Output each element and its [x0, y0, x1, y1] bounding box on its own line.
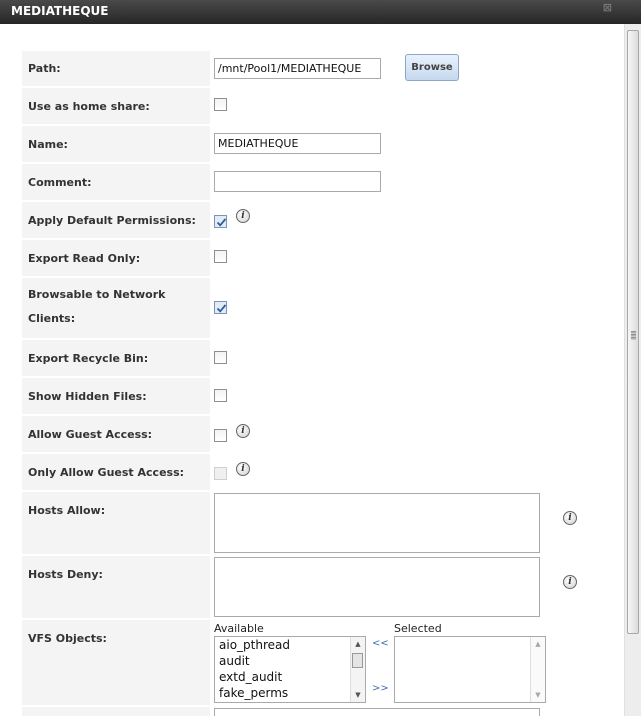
name-input[interactable]: MEDIATHEQUE: [214, 133, 381, 154]
share-form: Path: /mnt/Pool1/MEDIATHEQUE Browse Use …: [0, 24, 624, 716]
list-item[interactable]: aio_pthread: [215, 637, 365, 653]
scroll-up-icon[interactable]: ▲: [351, 637, 365, 651]
read-only-label: Export Read Only:: [22, 239, 210, 276]
path-label: Path:: [22, 50, 210, 86]
available-header: Available: [214, 622, 264, 635]
scroll-down-icon[interactable]: ▼: [531, 688, 545, 702]
row-guest-only: Only Allow Guest Access: i: [22, 453, 542, 490]
path-input[interactable]: /mnt/Pool1/MEDIATHEQUE: [214, 58, 381, 79]
move-right-button[interactable]: >>: [372, 683, 389, 694]
read-only-checkbox[interactable]: [214, 250, 227, 263]
hosts-allow-textarea[interactable]: [214, 493, 540, 553]
home-share-checkbox[interactable]: [214, 98, 227, 111]
list-item[interactable]: audit: [215, 653, 365, 669]
dialog-scrollbar[interactable]: ═ ═ ═: [624, 24, 641, 716]
available-list-scroll-thumb[interactable]: [352, 653, 363, 668]
info-icon[interactable]: i: [236, 209, 250, 223]
info-icon[interactable]: i: [236, 462, 250, 476]
next-row-field[interactable]: [214, 708, 540, 716]
row-browsable: Browsable to Network Clients:: [22, 277, 542, 338]
browse-button[interactable]: Browse: [405, 54, 459, 81]
comment-label: Comment:: [22, 163, 210, 200]
row-read-only: Export Read Only:: [22, 239, 542, 276]
default-permissions-checkbox[interactable]: [214, 215, 227, 228]
vfs-objects-label: VFS Objects:: [22, 619, 210, 705]
available-listbox[interactable]: aio_pthread audit extd_audit fake_perms ▲ ▼: [214, 636, 366, 703]
row-next: [22, 706, 542, 716]
checkmark-icon: [216, 304, 227, 313]
selected-listbox[interactable]: ▲ ▼: [394, 636, 546, 703]
guest-only-checkbox[interactable]: [214, 467, 227, 480]
default-permissions-label: Apply Default Permissions:: [22, 201, 210, 238]
hosts-deny-textarea[interactable]: [214, 557, 540, 617]
row-guest-access: Allow Guest Access: i: [22, 415, 542, 452]
list-item[interactable]: extd_audit: [215, 669, 365, 685]
row-default-permissions: Apply Default Permissions: i: [22, 201, 542, 238]
dialog-titlebar: MEDIATHEQUE ⊠: [0, 0, 641, 24]
grip-icon: ═ ═ ═: [631, 328, 636, 343]
dialog-title: MEDIATHEQUE: [11, 4, 109, 18]
row-home-share: Use as home share:: [22, 87, 542, 124]
selected-header: Selected: [394, 622, 442, 635]
row-vfs-objects: VFS Objects: Available Selected aio_pthr…: [22, 619, 546, 705]
guest-access-checkbox[interactable]: [214, 429, 227, 442]
row-hosts-allow: Hosts Allow: i: [22, 491, 577, 554]
available-list-scrollbar[interactable]: ▲ ▼: [350, 637, 365, 702]
dialog-scroll-thumb[interactable]: ═ ═ ═: [627, 30, 639, 634]
row-hosts-deny: Hosts Deny: i: [22, 555, 577, 618]
list-item[interactable]: fake_perms: [215, 685, 365, 701]
scroll-up-icon[interactable]: ▲: [531, 637, 545, 651]
move-left-button[interactable]: <<: [372, 638, 389, 649]
info-icon[interactable]: i: [236, 424, 250, 438]
hidden-files-label: Show Hidden Files:: [22, 377, 210, 414]
home-share-label: Use as home share:: [22, 87, 210, 124]
guest-only-label: Only Allow Guest Access:: [22, 453, 210, 490]
browsable-label: Browsable to Network Clients:: [22, 277, 210, 338]
recycle-bin-checkbox[interactable]: [214, 351, 227, 364]
row-hidden-files: Show Hidden Files:: [22, 377, 542, 414]
checkmark-icon: [216, 218, 227, 227]
row-path: Path: /mnt/Pool1/MEDIATHEQUE Browse: [22, 50, 542, 86]
row-recycle-bin: Export Recycle Bin:: [22, 339, 542, 376]
selected-list-scrollbar[interactable]: ▲ ▼: [530, 637, 545, 702]
info-icon[interactable]: i: [563, 575, 577, 589]
comment-input[interactable]: [214, 171, 381, 192]
name-label: Name:: [22, 125, 210, 162]
scroll-down-icon[interactable]: ▼: [351, 688, 365, 702]
info-icon[interactable]: i: [563, 511, 577, 525]
close-icon[interactable]: ⊠: [603, 2, 612, 14]
recycle-bin-label: Export Recycle Bin:: [22, 339, 210, 376]
hidden-files-checkbox[interactable]: [214, 389, 227, 402]
row-name: Name: MEDIATHEQUE: [22, 125, 542, 162]
browsable-checkbox[interactable]: [214, 301, 227, 314]
hosts-allow-label: Hosts Allow:: [22, 491, 210, 554]
next-row-label: [22, 706, 210, 716]
guest-access-label: Allow Guest Access:: [22, 415, 210, 452]
hosts-deny-label: Hosts Deny:: [22, 555, 210, 618]
row-comment: Comment:: [22, 163, 542, 200]
